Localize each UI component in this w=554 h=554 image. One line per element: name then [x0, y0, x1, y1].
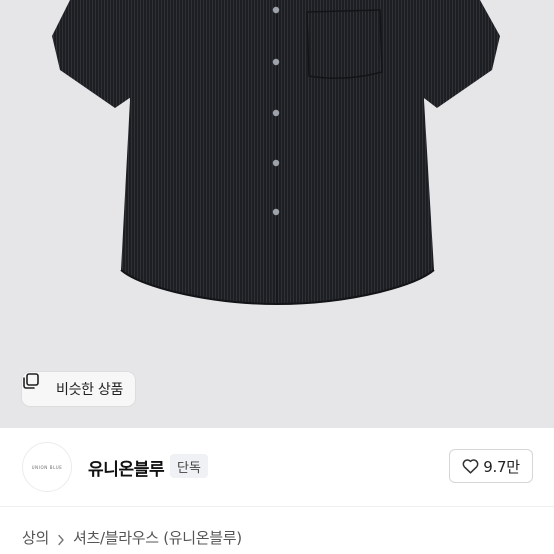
similar-items-button[interactable]: 비슷한 상품 [22, 372, 136, 406]
product-detail-screen: 비슷한 상품 UNION BLUE 유니온블루 단독 9.7만 상의 셔츠/블라… [0, 0, 554, 554]
similar-items-icon [23, 373, 50, 398]
seller-avatar[interactable]: UNION BLUE [22, 442, 72, 492]
exclusive-badge: 단독 [170, 454, 208, 478]
like-count: 9.7만 [483, 457, 520, 476]
seller-logo: UNION BLUE [31, 464, 63, 470]
product-image[interactable]: 비슷한 상품 [0, 0, 554, 428]
breadcrumb-item-category[interactable]: 셔츠/블라우스 (유니온블루) [73, 527, 242, 548]
chevron-right-icon [57, 532, 65, 545]
seller-name[interactable]: 유니온블루 [88, 455, 165, 480]
seller-row: UNION BLUE 유니온블루 단독 9.7만 [0, 428, 554, 506]
breadcrumb-item-top[interactable]: 상의 [22, 527, 49, 548]
heart-icon [462, 458, 479, 474]
like-button[interactable]: 9.7만 [449, 449, 533, 483]
breadcrumb: 상의 셔츠/블라우스 (유니온블루) [22, 527, 242, 548]
divider [0, 506, 554, 507]
similar-items-label: 비슷한 상품 [56, 382, 124, 398]
